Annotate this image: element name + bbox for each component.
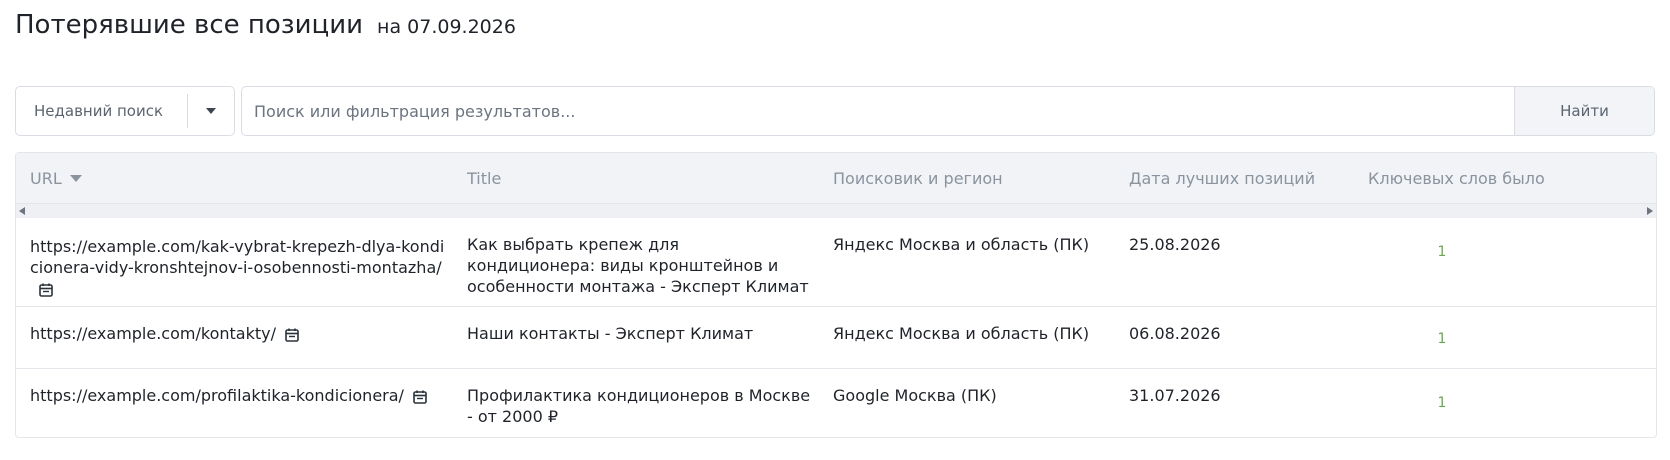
url-cell: https://example.com/kak-vybrat-krepezh-d… (30, 236, 445, 299)
results-table: URL Title Поисковик и регион Дата лучших… (15, 152, 1657, 438)
table-row: https://example.com/kontakty/ Наши конта… (16, 307, 1656, 369)
row-url[interactable]: https://example.com/kak-vybrat-krepezh-d… (30, 237, 444, 277)
recent-search-dropdown[interactable]: Недавний поиск (15, 86, 235, 136)
engine-cell: Яндекс Москва и область (ПК) (833, 235, 1090, 254)
column-header-url[interactable]: URL (30, 153, 82, 203)
title-cell: Наши контакты - Эксперт Климат (467, 324, 754, 343)
search-field-group: Найти (241, 86, 1655, 136)
page-heading: Потерявшие все позиции на 07.09.2026 (15, 10, 516, 50)
keyword-count[interactable]: 1 (1357, 393, 1527, 414)
report-date: на 07.09.2026 (377, 16, 516, 38)
keyword-count[interactable]: 1 (1357, 329, 1527, 350)
title-cell: Как выбрать крепеж для кондиционера: вид… (467, 235, 809, 296)
column-header-engine[interactable]: Поисковик и регион (833, 153, 1003, 203)
keyword-count[interactable]: 1 (1357, 242, 1527, 263)
column-label-title: Title (467, 168, 502, 188)
row-url[interactable]: https://example.com/profilaktika-kondici… (30, 386, 404, 405)
column-label-best-date: Дата лучших позиций (1129, 168, 1316, 188)
best-date-cell: 06.08.2026 (1129, 324, 1221, 343)
engine-cell: Google Москва (ПК) (833, 386, 997, 405)
best-date-cell: 25.08.2026 (1129, 235, 1221, 254)
url-cell: https://example.com/profilaktika-kondici… (30, 385, 445, 406)
column-label-engine: Поисковик и регион (833, 168, 1003, 188)
chevron-down-icon[interactable] (188, 108, 234, 114)
row-url[interactable]: https://example.com/kontakty/ (30, 324, 276, 343)
scroll-right-icon[interactable] (1647, 207, 1653, 215)
title-cell: Профилактика кондиционеров в Москве - от… (467, 386, 811, 426)
horizontal-scrollbar[interactable] (16, 204, 1656, 218)
page-title: Потерявшие все позиции (15, 10, 364, 40)
calendar-icon[interactable] (284, 327, 300, 343)
calendar-icon[interactable] (38, 282, 54, 298)
calendar-icon[interactable] (412, 389, 428, 405)
best-date-cell: 31.07.2026 (1129, 386, 1221, 405)
search-input[interactable] (242, 87, 1514, 135)
column-label-keywords: Ключевых слов было (1368, 168, 1545, 188)
table-row: https://example.com/kak-vybrat-krepezh-d… (16, 218, 1656, 307)
caret-down-icon[interactable] (69, 174, 82, 182)
table-row: https://example.com/profilaktika-kondici… (16, 369, 1656, 437)
recent-search-label: Недавний поиск (34, 102, 164, 120)
engine-cell: Яндекс Москва и область (ПК) (833, 324, 1090, 343)
search-bar: Недавний поиск Найти (15, 86, 1655, 136)
column-header-keywords[interactable]: Ключевых слов было (1368, 153, 1545, 203)
table-header: URL Title Поисковик и регион Дата лучших… (16, 153, 1656, 204)
page: Потерявшие все позиции на 07.09.2026 Нед… (0, 0, 1670, 460)
column-header-best-date[interactable]: Дата лучших позиций (1129, 153, 1315, 203)
column-label-url: URL (30, 168, 62, 188)
find-button[interactable]: Найти (1514, 87, 1654, 135)
scroll-left-icon[interactable] (19, 207, 25, 215)
column-header-title[interactable]: Title (467, 153, 501, 203)
url-cell: https://example.com/kontakty/ (30, 323, 445, 344)
